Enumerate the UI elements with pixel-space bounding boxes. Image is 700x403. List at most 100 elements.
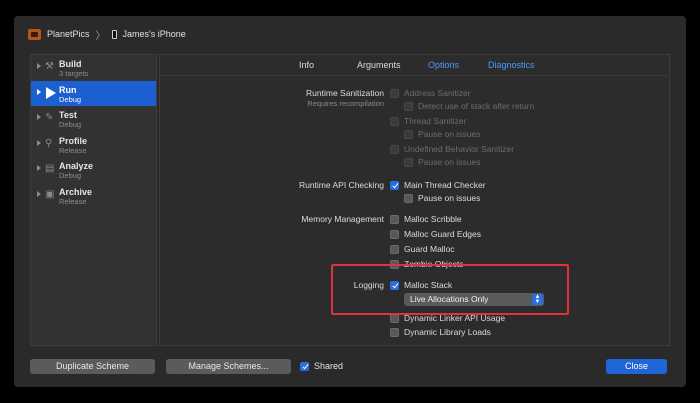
shared-checkbox[interactable] <box>300 361 309 371</box>
option-label: Pause on issues <box>418 193 481 203</box>
option-label: Main Thread Checker <box>404 180 486 190</box>
sidebar-item-profile[interactable]: ⚲ Profile Release <box>31 132 156 158</box>
sidebar-item-test[interactable]: ✎ Test Debug <box>31 106 156 132</box>
sidebar-item-label: Build <box>59 59 82 69</box>
shared-option[interactable]: Shared <box>300 361 343 371</box>
ub-sanitizer-option[interactable]: Undefined Behavior Sanitizer <box>390 144 514 154</box>
sidebar-item-label: Run <box>59 84 77 95</box>
breadcrumb-separator: 〉 <box>95 30 106 42</box>
play-icon <box>46 86 56 99</box>
scheme-project-name[interactable]: PlanetPics <box>47 29 90 39</box>
malloc-scribble-option[interactable]: Malloc Scribble <box>390 214 462 224</box>
malloc-guard-edges-option[interactable]: Malloc Guard Edges <box>390 229 481 239</box>
option-label: Dynamic Library Loads <box>404 327 491 337</box>
malloc-stack-checkbox[interactable] <box>390 280 399 290</box>
sidebar-item-sublabel: 3 targets <box>59 69 89 78</box>
address-sanitizer-option[interactable]: Address Sanitizer <box>390 88 471 98</box>
option-label: Pause on issues <box>418 157 481 167</box>
option-label: Thread Sanitizer <box>404 116 467 126</box>
main-thread-checker-checkbox[interactable] <box>390 180 399 190</box>
tab-arguments[interactable]: Arguments <box>357 60 401 70</box>
wrench-icon: ✎ <box>45 112 54 123</box>
tab-options[interactable]: Options <box>428 60 459 70</box>
sidebar-item-analyze[interactable]: ▤ Analyze Debug <box>31 157 156 183</box>
option-label: Guard Malloc <box>404 244 455 254</box>
main-thread-pause-checkbox[interactable] <box>404 193 413 203</box>
shared-label: Shared <box>314 361 344 371</box>
tab-diagnostics[interactable]: Diagnostics <box>488 60 535 70</box>
dynamic-library-loads-option[interactable]: Dynamic Library Loads <box>390 327 491 337</box>
detect-stack-after-return-checkbox[interactable] <box>404 101 413 111</box>
zombie-objects-option[interactable]: Zombie Objects <box>390 259 464 269</box>
malloc-guard-edges-checkbox[interactable] <box>390 229 399 239</box>
malloc-stack-option[interactable]: Malloc Stack <box>390 280 452 290</box>
thread-sanitizer-option[interactable]: Thread Sanitizer <box>390 116 466 126</box>
option-label: Address Sanitizer <box>404 88 471 98</box>
option-label: Malloc Guard Edges <box>404 229 482 239</box>
disclosure-triangle-icon[interactable] <box>37 139 41 146</box>
detect-stack-after-return-option[interactable]: Detect use of stack after return <box>404 101 534 111</box>
sidebar-item-sublabel: Release <box>59 196 87 206</box>
archive-icon: ▣ <box>45 188 55 200</box>
sidebar-item-sublabel: Release <box>59 145 87 155</box>
iphone-icon <box>111 29 117 39</box>
dynamic-linker-api-option[interactable]: Dynamic Linker API Usage <box>390 313 505 323</box>
malloc-stack-mode-popup[interactable]: Live Allocations Only ▲ ▼ <box>404 293 544 306</box>
app-icon <box>28 28 41 40</box>
option-label: Undefined Behavior Sanitizer <box>404 144 515 154</box>
sidebar-item-label: Test <box>59 110 77 120</box>
manage-schemes-button[interactable]: Manage Schemes... <box>166 359 291 374</box>
disclosure-triangle-icon[interactable] <box>37 88 41 95</box>
requires-recompilation-note: Requires recompilation <box>307 99 384 108</box>
memory-management-label: Memory Management <box>301 214 384 224</box>
sidebar-item-sublabel: Debug <box>59 120 82 129</box>
gauge-icon: ⚲ <box>45 137 53 149</box>
tab-info[interactable]: Info <box>299 60 314 70</box>
sidebar-item-sublabel: Debug <box>59 94 82 104</box>
sidebar-item-run[interactable]: Run Debug <box>31 80 156 106</box>
sidebar-item-label: Archive <box>59 186 93 197</box>
ub-sanitizer-pause-option[interactable]: Pause on issues <box>404 157 480 167</box>
scheme-titlebar: PlanetPics 〉 James's iPhone <box>14 16 686 52</box>
option-label: Zombie Objects <box>404 259 464 269</box>
sidebar-item-sublabel: Debug <box>59 171 82 180</box>
runtime-sanitization-label: Runtime Sanitization <box>306 88 384 98</box>
sidebar-item-archive[interactable]: ▣ Archive Release <box>31 183 156 209</box>
logging-label: Logging <box>353 280 384 290</box>
dynamic-linker-api-checkbox[interactable] <box>390 313 399 323</box>
guard-malloc-option[interactable]: Guard Malloc <box>390 244 455 254</box>
disclosure-triangle-icon[interactable] <box>37 63 41 69</box>
option-label: Detect use of stack after return <box>418 101 535 111</box>
close-button[interactable]: Close <box>606 359 667 374</box>
up-down-chevron-icon: ▲ ▼ <box>532 294 543 305</box>
ub-sanitizer-pause-checkbox[interactable] <box>404 157 413 167</box>
scheme-action-sidebar: ⚒ Build 3 targets Run Debug ✎ Test Debug… <box>30 54 157 346</box>
sidebar-item-label: Analyze <box>59 161 94 171</box>
malloc-scribble-checkbox[interactable] <box>390 214 399 224</box>
zombie-objects-checkbox[interactable] <box>390 259 399 269</box>
sidebar-item-label: Profile <box>59 135 88 146</box>
sidebar-item-build[interactable]: ⚒ Build 3 targets <box>31 55 156 81</box>
ub-sanitizer-checkbox[interactable] <box>390 144 399 154</box>
scheme-tab-bar: Info Arguments Options Diagnostics <box>160 55 669 76</box>
disclosure-triangle-icon[interactable] <box>37 190 41 197</box>
address-sanitizer-checkbox[interactable] <box>390 88 399 98</box>
option-label: Malloc Scribble <box>404 214 462 224</box>
disclosure-triangle-icon[interactable] <box>37 114 41 120</box>
thread-sanitizer-pause-option[interactable]: Pause on issues <box>404 129 480 139</box>
runtime-api-checking-label: Runtime API Checking <box>298 180 384 190</box>
analyze-icon: ▤ <box>45 163 55 174</box>
thread-sanitizer-pause-checkbox[interactable] <box>404 129 413 139</box>
popup-selected-value: Live Allocations Only <box>410 294 489 304</box>
duplicate-scheme-button[interactable]: Duplicate Scheme <box>30 359 155 374</box>
disclosure-triangle-icon[interactable] <box>37 165 41 171</box>
dynamic-library-loads-checkbox[interactable] <box>390 327 399 337</box>
main-thread-pause-option[interactable]: Pause on issues <box>404 193 480 203</box>
thread-sanitizer-checkbox[interactable] <box>390 116 399 126</box>
main-thread-checker-option[interactable]: Main Thread Checker <box>390 180 486 190</box>
scheme-editor-window: PlanetPics 〉 James's iPhone ⚒ Build 3 ta… <box>14 16 686 387</box>
guard-malloc-checkbox[interactable] <box>390 244 399 254</box>
option-label: Dynamic Linker API Usage <box>404 313 506 323</box>
option-label: Pause on issues <box>418 129 481 139</box>
scheme-device-name[interactable]: James's iPhone <box>123 29 186 39</box>
